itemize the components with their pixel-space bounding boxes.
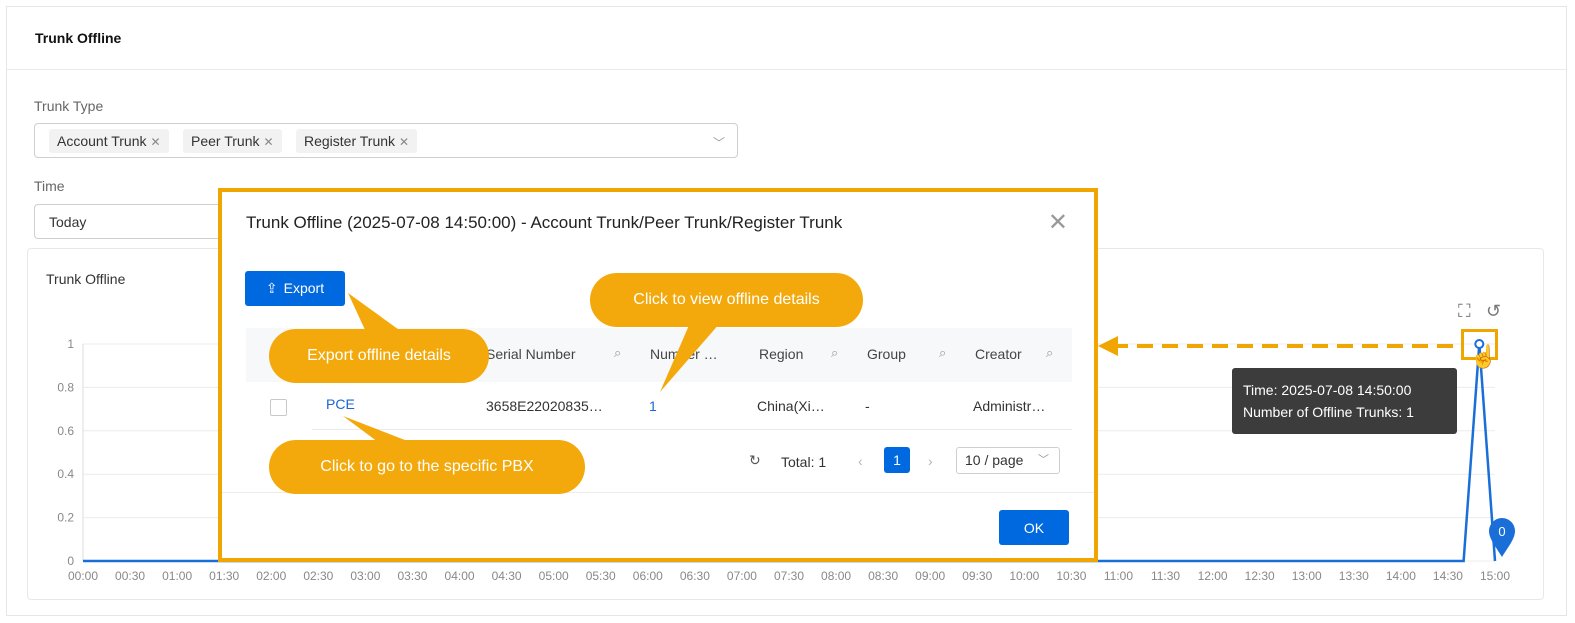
cell-serial: 3658E22020835… <box>486 398 603 414</box>
total-count: Total: 1 <box>781 454 827 470</box>
x-tick-label: 13:30 <box>1339 569 1369 583</box>
col-group: Group <box>867 346 906 362</box>
x-tick-label: 04:30 <box>492 569 522 583</box>
x-tick-label: 15:00 <box>1480 569 1510 583</box>
x-tick-label: 06:00 <box>633 569 663 583</box>
y-tick-label: 1 <box>67 337 74 351</box>
chevron-down-icon: ﹀ <box>1038 454 1049 466</box>
pbx-name-link[interactable]: PCE <box>326 396 355 412</box>
refresh-icon[interactable]: ↻ <box>749 452 761 469</box>
y-tick-label: 0.8 <box>57 380 74 394</box>
x-tick-label: 11:00 <box>1104 569 1133 583</box>
x-tick-label: 06:30 <box>680 569 710 583</box>
page-1-button[interactable]: 1 <box>884 447 910 473</box>
x-tick-label: 10:00 <box>1009 569 1039 583</box>
y-tick-label: 0.4 <box>57 467 74 481</box>
x-tick-label: 08:00 <box>821 569 851 583</box>
x-tick-label: 03:00 <box>350 569 380 583</box>
modal-title: Trunk Offline (2025-07-08 14:50:00) - Ac… <box>246 213 843 232</box>
x-tick-label: 09:00 <box>915 569 945 583</box>
x-tick-label: 02:30 <box>303 569 333 583</box>
x-tick-label: 00:00 <box>68 569 98 583</box>
search-icon[interactable]: ⌕ <box>614 345 621 361</box>
x-tick-label: 12:00 <box>1198 569 1228 583</box>
close-icon[interactable]: ✕ <box>1048 208 1068 237</box>
search-icon[interactable]: ⌕ <box>939 345 946 361</box>
cell-creator: Administr… <box>973 398 1046 414</box>
x-tick-label: 09:30 <box>962 569 992 583</box>
x-tick-label: 13:00 <box>1292 569 1322 583</box>
export-button[interactable]: ⇪ Export <box>245 271 345 306</box>
col-region: Region <box>759 346 804 362</box>
x-tick-label: 07:30 <box>774 569 804 583</box>
x-tick-label: 05:00 <box>539 569 569 583</box>
search-icon[interactable]: ⌕ <box>831 345 838 361</box>
y-tick-label: 0 <box>67 554 74 568</box>
next-page-icon[interactable]: › <box>928 453 933 469</box>
x-tick-label: 00:30 <box>115 569 145 583</box>
x-tick-label: 14:30 <box>1433 569 1463 583</box>
callout-export-details: Export offline details <box>269 329 489 383</box>
marker-label: 0 <box>1498 524 1505 539</box>
row-divider <box>312 429 1072 430</box>
x-tick-label: 01:30 <box>209 569 239 583</box>
search-icon[interactable]: ⌕ <box>1046 345 1053 361</box>
col-number: Number … <box>650 346 718 362</box>
col-creator: Creator <box>975 346 1022 362</box>
x-tick-label: 12:30 <box>1245 569 1275 583</box>
cell-group: - <box>865 398 870 414</box>
offline-number-link[interactable]: 1 <box>649 398 657 414</box>
zoom-area-icon[interactable]: ⛶ <box>1458 301 1471 322</box>
zoom-reset-icon[interactable]: ↺ <box>1486 301 1501 322</box>
callout-view-details: Click to view offline details <box>590 273 863 327</box>
x-tick-label: 02:00 <box>256 569 286 583</box>
prev-page-icon[interactable]: ‹ <box>858 453 863 469</box>
cell-region: China(Xi… <box>757 398 825 414</box>
row-checkbox[interactable] <box>270 399 287 416</box>
y-tick-label: 0.6 <box>57 424 74 438</box>
callout-go-to-pbx: Click to go to the specific PBX <box>269 440 585 494</box>
tooltip-time: Time: 2025-07-08 14:50:00 <box>1243 382 1412 398</box>
x-tick-label: 10:30 <box>1056 569 1086 583</box>
x-tick-label: 11:30 <box>1151 569 1180 583</box>
x-tick-label: 04:00 <box>445 569 475 583</box>
x-tick-label: 07:00 <box>727 569 757 583</box>
upload-icon: ⇪ <box>265 280 278 296</box>
ok-button[interactable]: OK <box>999 510 1069 545</box>
chart-tooltip: Time: 2025-07-08 14:50:00 Number of Offl… <box>1232 368 1457 434</box>
tooltip-count: Number of Offline Trunks: 1 <box>1243 404 1414 420</box>
hand-cursor-icon: ☝ <box>1470 344 1498 369</box>
col-serial-number: Serial Number <box>486 346 576 362</box>
x-tick-label: 05:30 <box>586 569 616 583</box>
x-tick-label: 01:00 <box>162 569 192 583</box>
page-size-select[interactable]: 10 / page ﹀ <box>956 447 1060 474</box>
x-tick-label: 08:30 <box>868 569 898 583</box>
y-tick-label: 0.2 <box>57 511 74 525</box>
x-tick-label: 14:00 <box>1386 569 1416 583</box>
x-tick-label: 03:30 <box>397 569 427 583</box>
